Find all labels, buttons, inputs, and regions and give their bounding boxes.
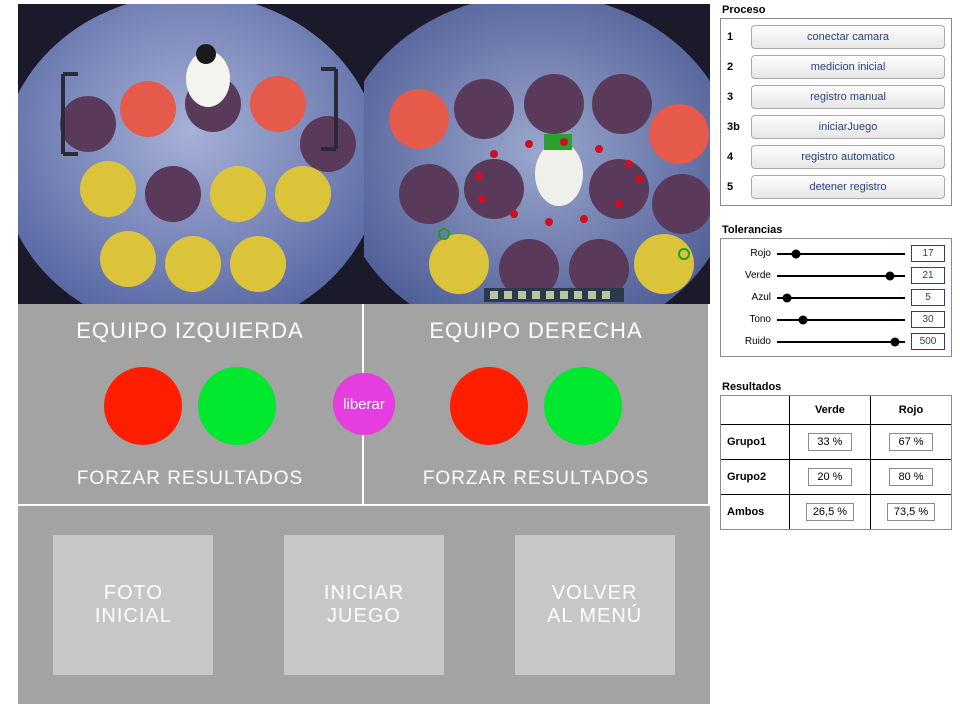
tolerancia-row: Ruido 500 (727, 333, 945, 350)
conectar-camara-button[interactable]: conectar camara (751, 25, 945, 49)
tol-ruido-label: Ruido (727, 336, 771, 347)
team-right-swatches (450, 367, 622, 445)
tol-azul-slider[interactable] (777, 291, 905, 305)
tolerancia-row: Rojo 17 (727, 245, 945, 262)
res-ambos-verde: 26,5 % (806, 503, 854, 521)
resultados-table: Verde Rojo Grupo1 33 % 67 % Grupo2 20 % … (721, 396, 951, 529)
resultados-panel: Verde Rojo Grupo1 33 % 67 % Grupo2 20 % … (720, 395, 952, 530)
team-left-footer[interactable]: FORZAR RESULTADOS (77, 468, 303, 490)
tol-rojo-value[interactable]: 17 (911, 245, 945, 262)
proceso-step-num: 5 (727, 181, 751, 193)
tol-tono-slider[interactable] (777, 313, 905, 327)
registro-automatico-button[interactable]: registro automatico (751, 145, 945, 169)
proceso-step: 1 conectar camara (727, 25, 945, 49)
team-right-footer[interactable]: FORZAR RESULTADOS (423, 468, 649, 490)
res-header-rojo: Rojo (871, 396, 952, 425)
team-right-green-swatch[interactable] (544, 367, 622, 445)
tol-rojo-slider[interactable] (777, 247, 905, 261)
tol-tono-value[interactable]: 30 (911, 311, 945, 328)
tol-rojo-label: Rojo (727, 248, 771, 259)
res-ambos-rojo: 73,5 % (887, 503, 935, 521)
tol-verde-label: Verde (727, 270, 771, 281)
teams-row: EQUIPO IZQUIERDA FORZAR RESULTADOS EQUIP… (18, 304, 710, 504)
team-right-red-swatch[interactable] (450, 367, 528, 445)
tol-verde-value[interactable]: 21 (911, 267, 945, 284)
tol-azul-label: Azul (727, 292, 771, 303)
res-grupo1-verde: 33 % (808, 433, 852, 451)
tolerancias-panel: Rojo 17 Verde 21 Azul 5 Tono 30 Ruido 50… (720, 238, 952, 357)
tol-ruido-slider[interactable] (777, 335, 905, 349)
res-row-label: Grupo1 (721, 425, 789, 460)
iniciar-juego-button[interactable]: INICIAR JUEGO (284, 535, 444, 675)
tolerancia-row: Azul 5 (727, 289, 945, 306)
camera-row (18, 4, 710, 304)
proceso-step: 4 registro automatico (727, 145, 945, 169)
buttons-row: FOTO INICIAL INICIAR JUEGO VOLVER AL MEN… (18, 504, 710, 704)
res-grupo2-rojo: 80 % (889, 468, 933, 486)
right-column: Proceso 1 conectar camara 2 medicion ini… (720, 0, 952, 530)
foto-inicial-button[interactable]: FOTO INICIAL (53, 535, 213, 675)
team-right-panel: EQUIPO DERECHA FORZAR RESULTADOS (364, 304, 710, 504)
team-left-swatches (104, 367, 276, 445)
team-left-green-swatch[interactable] (198, 367, 276, 445)
tolerancias-title: Tolerancias (722, 224, 952, 236)
tolerancia-row: Tono 30 (727, 311, 945, 328)
res-row-label: Grupo2 (721, 460, 789, 495)
team-left-red-swatch[interactable] (104, 367, 182, 445)
proceso-step: 3b iniciarJuego (727, 115, 945, 139)
res-header-verde: Verde (789, 396, 870, 425)
tol-verde-slider[interactable] (777, 269, 905, 283)
proceso-step-num: 3b (727, 121, 751, 133)
detener-registro-button[interactable]: detener registro (751, 175, 945, 199)
res-grupo1-rojo: 67 % (889, 433, 933, 451)
liberar-button[interactable]: liberar (333, 373, 395, 435)
proceso-title: Proceso (722, 4, 952, 16)
proceso-step-num: 4 (727, 151, 751, 163)
tol-ruido-value[interactable]: 500 (911, 333, 945, 350)
proceso-step: 3 registro manual (727, 85, 945, 109)
tolerancia-row: Verde 21 (727, 267, 945, 284)
team-left-panel: EQUIPO IZQUIERDA FORZAR RESULTADOS (18, 304, 364, 504)
proceso-step: 5 detener registro (727, 175, 945, 199)
team-left-title: EQUIPO IZQUIERDA (76, 318, 303, 344)
iniciar-juego-proc-button[interactable]: iniciarJuego (751, 115, 945, 139)
tol-tono-label: Tono (727, 314, 771, 325)
tol-azul-value[interactable]: 5 (911, 289, 945, 306)
main-area: EQUIPO IZQUIERDA FORZAR RESULTADOS EQUIP… (18, 4, 710, 704)
proceso-step: 2 medicion inicial (727, 55, 945, 79)
proceso-step-num: 1 (727, 31, 751, 43)
res-grupo2-verde: 20 % (808, 468, 852, 486)
team-right-title: EQUIPO DERECHA (429, 318, 642, 344)
camera-right (364, 4, 710, 304)
resultados-title: Resultados (722, 381, 952, 393)
volver-menu-button[interactable]: VOLVER AL MENÚ (515, 535, 675, 675)
registro-manual-button[interactable]: registro manual (751, 85, 945, 109)
proceso-step-num: 2 (727, 61, 751, 73)
proceso-step-num: 3 (727, 91, 751, 103)
camera-left (18, 4, 364, 304)
res-row-label: Ambos (721, 495, 789, 530)
medicion-inicial-button[interactable]: medicion inicial (751, 55, 945, 79)
proceso-panel: 1 conectar camara 2 medicion inicial 3 r… (720, 18, 952, 206)
